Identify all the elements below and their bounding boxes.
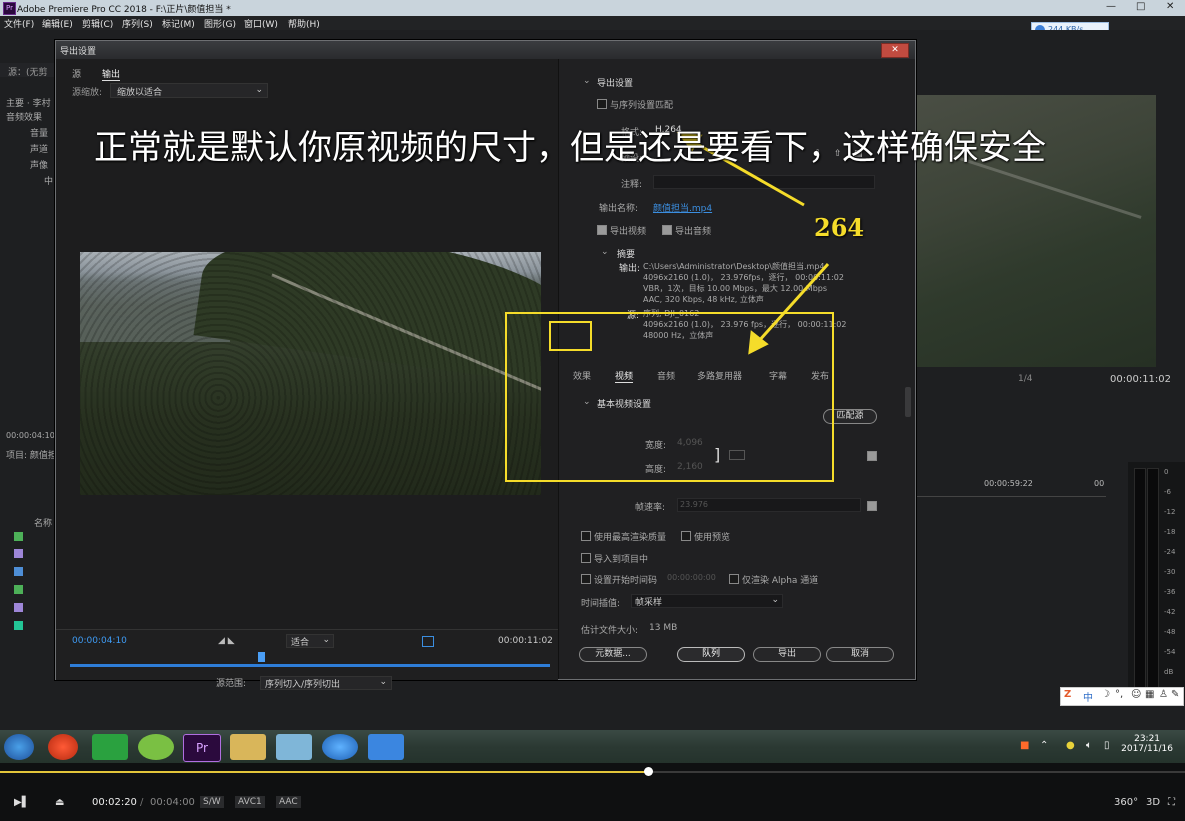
explorer-icon[interactable] [230, 734, 266, 760]
network-icon[interactable]: ▯ [1104, 740, 1110, 751]
smile-icon[interactable]: ☺ [1131, 689, 1141, 700]
play-pause-icon[interactable]: ▶▌ [14, 797, 29, 808]
frog-app-icon[interactable] [138, 734, 174, 760]
ime-logo-icon: Z [1064, 689, 1072, 700]
baidu-cloud-icon[interactable] [368, 734, 404, 760]
player-progress-track[interactable] [0, 767, 1185, 776]
green-app-icon[interactable] [92, 734, 128, 760]
volume-icon[interactable]: 🔈︎ [1086, 740, 1092, 751]
taskbar-clock[interactable]: 23:21 2017/11/16 [1121, 734, 1173, 754]
sw-tag[interactable]: S/W [200, 796, 224, 808]
windows-start-icon[interactable] [4, 734, 34, 760]
time-separator: / [140, 797, 144, 808]
player-progress-knob[interactable] [644, 767, 654, 776]
3d-button[interactable]: 3D [1146, 797, 1160, 808]
browser-icon[interactable] [322, 734, 358, 760]
clock-date: 2017/11/16 [1121, 744, 1173, 754]
premiere-icon[interactable]: Pr [183, 734, 221, 762]
video-codec-tag[interactable]: AVC1 [235, 796, 265, 808]
player-progress-fill [0, 771, 649, 773]
moon-icon[interactable]: ☽ [1101, 689, 1110, 700]
total-time: 00:04:00 [150, 797, 195, 808]
windows-taskbar: Pr ■ ⌃ ● 🔈︎ ▯ 23:21 2017/11/16 [0, 730, 1185, 763]
vr360-button[interactable]: 360° [1114, 797, 1138, 808]
ime-mode-label[interactable]: 中 [1083, 689, 1093, 704]
current-time: 00:02:20 [92, 797, 137, 808]
eject-icon[interactable]: ⏏ [55, 797, 64, 808]
ime-toolbar[interactable]: Z 中 ☽ °, ☺ ▦ ♙ ✎ [1060, 687, 1184, 706]
video-player-bar: ▶▌ ⏏ 00:02:20 / 00:04:00 S/W AVC1 AAC 36… [0, 763, 1185, 821]
clock-time: 23:21 [1134, 734, 1161, 744]
audio-codec-tag[interactable]: AAC [276, 796, 301, 808]
person-icon[interactable]: ♙ [1159, 689, 1168, 700]
tray-app-icon[interactable]: ■ [1020, 740, 1029, 751]
player-icon[interactable] [48, 734, 78, 760]
wrench-icon[interactable]: ✎ [1171, 689, 1179, 700]
overlay-note-264: 264 [814, 213, 865, 242]
keyboard-icon[interactable]: ▦ [1145, 689, 1154, 700]
arrow-to-video-tab [756, 262, 830, 344]
comma-icon[interactable]: °, [1115, 689, 1123, 700]
tray-security-icon[interactable]: ● [1066, 740, 1075, 751]
tray-expand-icon[interactable]: ⌃ [1040, 740, 1048, 751]
overlay-caption: 正常就是默认你原视频的尺寸，但是还是要看下，这样确保安全 [94, 128, 1046, 168]
notes-icon[interactable] [276, 734, 312, 760]
fullscreen-icon[interactable]: ⛶ [1168, 797, 1175, 808]
